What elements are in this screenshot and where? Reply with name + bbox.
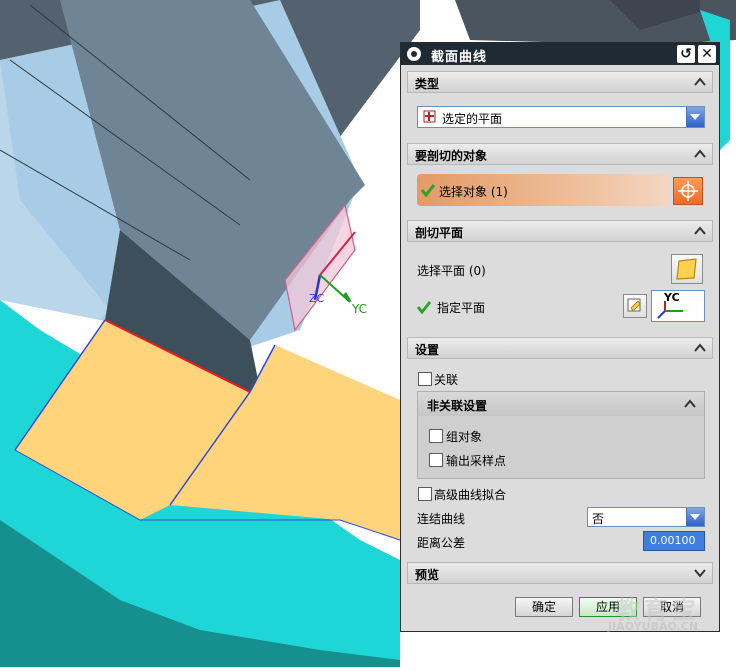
axis-plane-selector[interactable]: YC bbox=[651, 290, 705, 322]
chevron-up-icon[interactable] bbox=[682, 396, 698, 412]
section-objects-label: 要剖切的对象 bbox=[415, 149, 488, 163]
distance-tol-value: 0.00100 bbox=[650, 534, 696, 547]
section-preview-label: 预览 bbox=[415, 568, 440, 582]
section-objects-header[interactable]: 要剖切的对象 bbox=[407, 143, 713, 165]
join-curves-label: 连结曲线 bbox=[417, 512, 466, 526]
advanced-fit-checkbox[interactable] bbox=[418, 487, 432, 501]
section-settings-label: 设置 bbox=[415, 343, 440, 357]
distance-tol-label: 距离公差 bbox=[417, 536, 466, 550]
close-icon[interactable]: ✕ bbox=[698, 45, 716, 63]
select-plane-label: 选择平面 (0) bbox=[417, 264, 486, 278]
distance-tol-input[interactable]: 0.00100 bbox=[643, 531, 705, 551]
output-sample-checkbox[interactable] bbox=[429, 453, 443, 467]
plane-dialog-button[interactable] bbox=[623, 294, 647, 318]
associative-label: 关联 bbox=[434, 373, 459, 387]
group-objects-label: 组对象 bbox=[446, 430, 483, 444]
crosshair-button[interactable] bbox=[673, 177, 703, 205]
chevron-up-icon[interactable] bbox=[692, 146, 708, 162]
check-icon bbox=[417, 301, 431, 314]
join-curves-value: 否 bbox=[592, 512, 605, 526]
axis-triad-icon bbox=[657, 301, 683, 319]
chevron-up-icon[interactable] bbox=[692, 74, 708, 90]
section-curve-dialog: 截面曲线 ↺ ✕ 类型 选定的平面 要剖切的对象 选择对象 (1) 剖切平面 选… bbox=[400, 42, 720, 632]
chevron-down-icon[interactable] bbox=[692, 565, 708, 581]
nonassoc-group: 非关联设置 组对象 输出采样点 bbox=[417, 391, 705, 479]
plane-dialog-icon bbox=[627, 298, 641, 312]
specify-plane-label: 指定平面 bbox=[437, 301, 486, 315]
type-select-value: 选定的平面 bbox=[442, 112, 503, 126]
nonassoc-header-label: 非关联设置 bbox=[427, 399, 488, 413]
chevron-down-icon[interactable] bbox=[686, 508, 704, 526]
section-type-header[interactable]: 类型 bbox=[407, 71, 713, 93]
join-curves-select[interactable]: 否 bbox=[587, 507, 705, 527]
check-icon bbox=[421, 184, 435, 197]
type-select[interactable]: 选定的平面 bbox=[417, 106, 705, 128]
watermark-line2: JIAOYUBAO.CN bbox=[608, 620, 699, 633]
watermark: 教育宝 JIAOYUBAO.CN bbox=[606, 590, 724, 634]
nonassoc-header[interactable]: 非关联设置 bbox=[418, 392, 704, 416]
crosshair-icon bbox=[678, 181, 698, 201]
section-plane-header[interactable]: 剖切平面 bbox=[407, 220, 713, 242]
axis-label-yc: YC bbox=[352, 302, 368, 316]
chevron-up-icon[interactable] bbox=[692, 340, 708, 356]
chevron-up-icon[interactable] bbox=[692, 223, 708, 239]
associative-checkbox[interactable] bbox=[418, 372, 432, 386]
reset-icon[interactable]: ↺ bbox=[677, 45, 695, 63]
dialog-titlebar[interactable]: 截面曲线 ↺ ✕ bbox=[401, 43, 719, 65]
chevron-down-icon[interactable] bbox=[686, 107, 704, 127]
section-type-label: 类型 bbox=[415, 77, 440, 91]
select-object-row[interactable]: 选择对象 (1) bbox=[417, 174, 669, 206]
axis-label-zc: ZC bbox=[309, 292, 325, 305]
plane-icon bbox=[676, 258, 697, 280]
gear-icon[interactable] bbox=[405, 45, 423, 63]
ok-button[interactable]: 确定 bbox=[515, 597, 573, 617]
section-plane-label: 剖切平面 bbox=[415, 226, 464, 240]
advanced-fit-label: 高级曲线拟合 bbox=[434, 488, 507, 502]
select-plane-button[interactable] bbox=[671, 254, 703, 284]
section-settings-header[interactable]: 设置 bbox=[407, 337, 713, 359]
plane-type-icon bbox=[423, 110, 436, 123]
select-object-label: 选择对象 (1) bbox=[439, 185, 508, 199]
group-objects-checkbox[interactable] bbox=[429, 429, 443, 443]
output-sample-label: 输出采样点 bbox=[446, 454, 507, 468]
dialog-title: 截面曲线 bbox=[431, 50, 488, 65]
section-preview-header[interactable]: 预览 bbox=[407, 562, 713, 584]
